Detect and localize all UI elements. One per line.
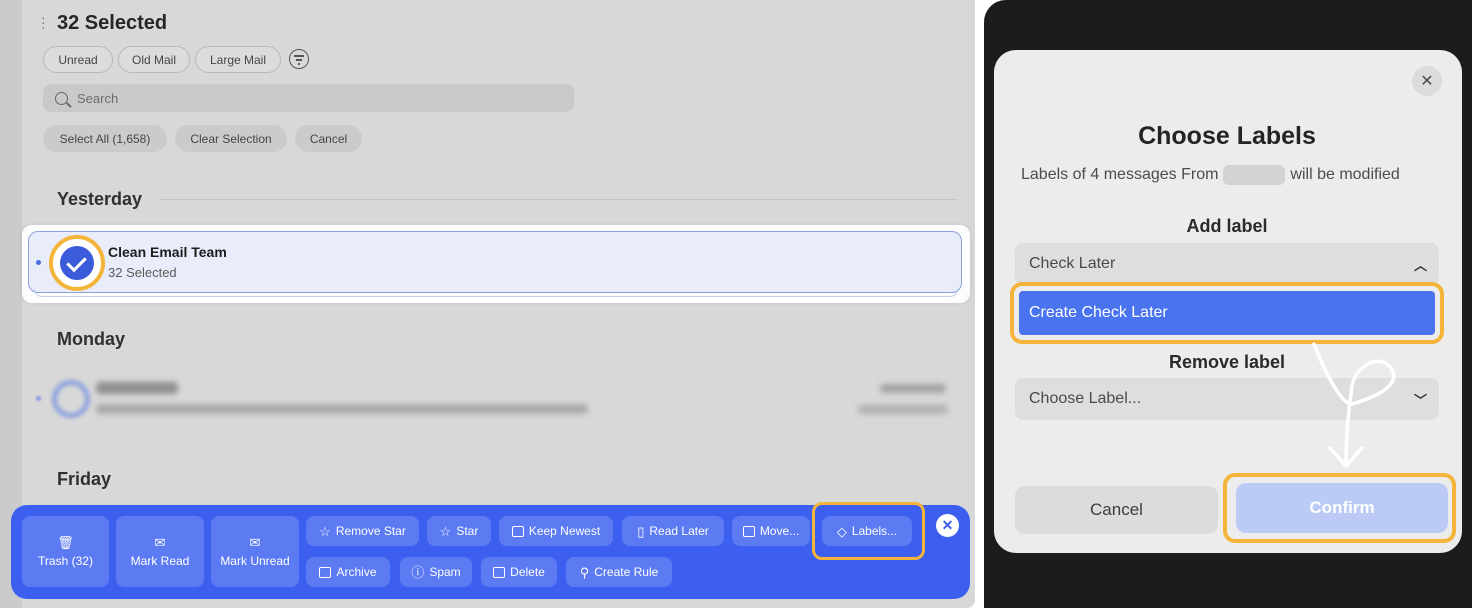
archive-label: Archive bbox=[336, 565, 377, 579]
remove-label-placeholder: Choose Label... bbox=[1029, 390, 1142, 407]
remove-star-button[interactable]: ☆ Remove Star bbox=[306, 516, 419, 546]
cancel-button[interactable]: Cancel bbox=[1015, 486, 1218, 534]
section-header-friday: Friday bbox=[57, 469, 112, 489]
mail-x-icon bbox=[493, 566, 506, 578]
trash-button[interactable]: 🗑︎ Trash (32) bbox=[22, 516, 109, 587]
folder-icon bbox=[742, 525, 755, 537]
drag-handle-icon[interactable]: · · · bbox=[41, 10, 46, 34]
cancel-selection-button[interactable]: Cancel bbox=[295, 125, 362, 152]
trash-icon: 🗑︎ bbox=[57, 534, 74, 550]
keep-newest-label: Keep Newest bbox=[528, 524, 601, 538]
envelope-dot-icon: ✉︎ bbox=[249, 534, 261, 550]
move-button[interactable]: Move... bbox=[732, 516, 810, 546]
mark-unread-button[interactable]: ✉︎ Mark Unread bbox=[211, 516, 299, 587]
bookmark-icon: ▯ bbox=[637, 523, 645, 539]
close-icon[interactable]: ✕ bbox=[1412, 66, 1442, 96]
unread-dot bbox=[36, 260, 41, 265]
close-icon[interactable]: ✕ bbox=[936, 514, 959, 537]
trash-button-label: Trash (32) bbox=[38, 553, 93, 568]
chevron-down-icon: ﹀ bbox=[1413, 392, 1427, 408]
delete-button[interactable]: Delete bbox=[481, 557, 557, 587]
chevron-up-icon: ︿ bbox=[1413, 257, 1427, 273]
blurred-date bbox=[880, 384, 946, 393]
create-rule-button[interactable]: ⚲ Create Rule bbox=[566, 557, 672, 587]
add-label-value: Check Later bbox=[1029, 255, 1116, 272]
star-label: Star bbox=[456, 524, 479, 538]
avatar bbox=[52, 380, 90, 418]
clear-selection-button[interactable]: Clear Selection bbox=[175, 125, 287, 152]
modal-title: Choose Labels bbox=[1138, 122, 1316, 150]
confirm-button[interactable]: Confirm bbox=[1236, 483, 1448, 533]
spam-label: Spam bbox=[429, 565, 461, 579]
selected-message-highlight bbox=[22, 225, 970, 303]
mark-unread-label: Mark Unread bbox=[220, 553, 290, 568]
blurred-sender bbox=[96, 382, 178, 394]
section-header-yesterday: Yesterday bbox=[57, 189, 143, 209]
search-input[interactable]: Search bbox=[43, 84, 574, 112]
read-later-label: Read Later bbox=[649, 524, 709, 538]
redacted-sender bbox=[1223, 165, 1286, 185]
add-label-heading: Add label bbox=[1186, 216, 1268, 236]
archive-button[interactable]: Archive bbox=[306, 557, 390, 587]
divider bbox=[160, 199, 958, 200]
spam-icon: ⓘ bbox=[411, 564, 425, 580]
delete-label: Delete bbox=[510, 565, 545, 579]
checkmark-icon[interactable] bbox=[60, 246, 94, 280]
message-row-selected[interactable] bbox=[28, 231, 962, 293]
filter-unread[interactable]: Unread bbox=[43, 46, 113, 73]
spam-button[interactable]: ⓘ Spam bbox=[400, 557, 472, 587]
unread-dot bbox=[36, 396, 41, 401]
page-title: 32 Selected bbox=[57, 12, 168, 34]
star-off-icon: ☆ bbox=[319, 523, 331, 539]
mail-check-icon bbox=[511, 525, 524, 537]
search-icon bbox=[55, 91, 68, 105]
blurred-tags bbox=[858, 405, 948, 414]
labels-highlight bbox=[812, 502, 925, 560]
mark-read-button[interactable]: ✉︎ Mark Read bbox=[116, 516, 204, 587]
star-button[interactable]: ☆ Star bbox=[427, 516, 491, 546]
move-label: Move... bbox=[759, 524, 800, 538]
keep-newest-button[interactable]: Keep Newest bbox=[499, 516, 613, 546]
description-suffix: will be modified bbox=[1290, 166, 1400, 183]
stack-edge bbox=[34, 289, 958, 297]
remove-star-label: Remove Star bbox=[335, 524, 406, 538]
search-placeholder: Search bbox=[77, 90, 119, 106]
section-header-monday: Monday bbox=[57, 329, 126, 349]
filter-old-mail[interactable]: Old Mail bbox=[118, 46, 190, 73]
read-later-button[interactable]: ▯ Read Later bbox=[622, 516, 724, 546]
envelope-open-icon: ✉︎ bbox=[154, 534, 166, 550]
annotation-arrow-icon bbox=[1312, 342, 1396, 468]
message-subtitle: 32 Selected bbox=[108, 265, 177, 280]
add-label-select[interactable]: Check Later ︿ bbox=[1015, 243, 1439, 285]
archive-icon bbox=[319, 566, 332, 578]
filter-large-mail[interactable]: Large Mail bbox=[195, 46, 281, 73]
select-all-button[interactable]: Select All (1,658) bbox=[43, 125, 167, 152]
create-label-option[interactable]: Create Check Later bbox=[1019, 291, 1435, 335]
selection-highlight bbox=[49, 235, 105, 291]
mark-read-label: Mark Read bbox=[130, 553, 190, 568]
message-sender: Clean Email Team bbox=[108, 244, 227, 260]
filter-icon[interactable] bbox=[289, 49, 309, 69]
description-prefix: Labels of 4 messages From bbox=[1021, 166, 1219, 183]
star-icon: ☆ bbox=[439, 523, 452, 539]
modal-description: Labels of 4 messages From will be modifi… bbox=[1021, 165, 1400, 185]
create-rule-label: Create Rule bbox=[594, 565, 659, 579]
blurred-preview bbox=[96, 404, 588, 414]
rule-icon: ⚲ bbox=[579, 564, 590, 580]
